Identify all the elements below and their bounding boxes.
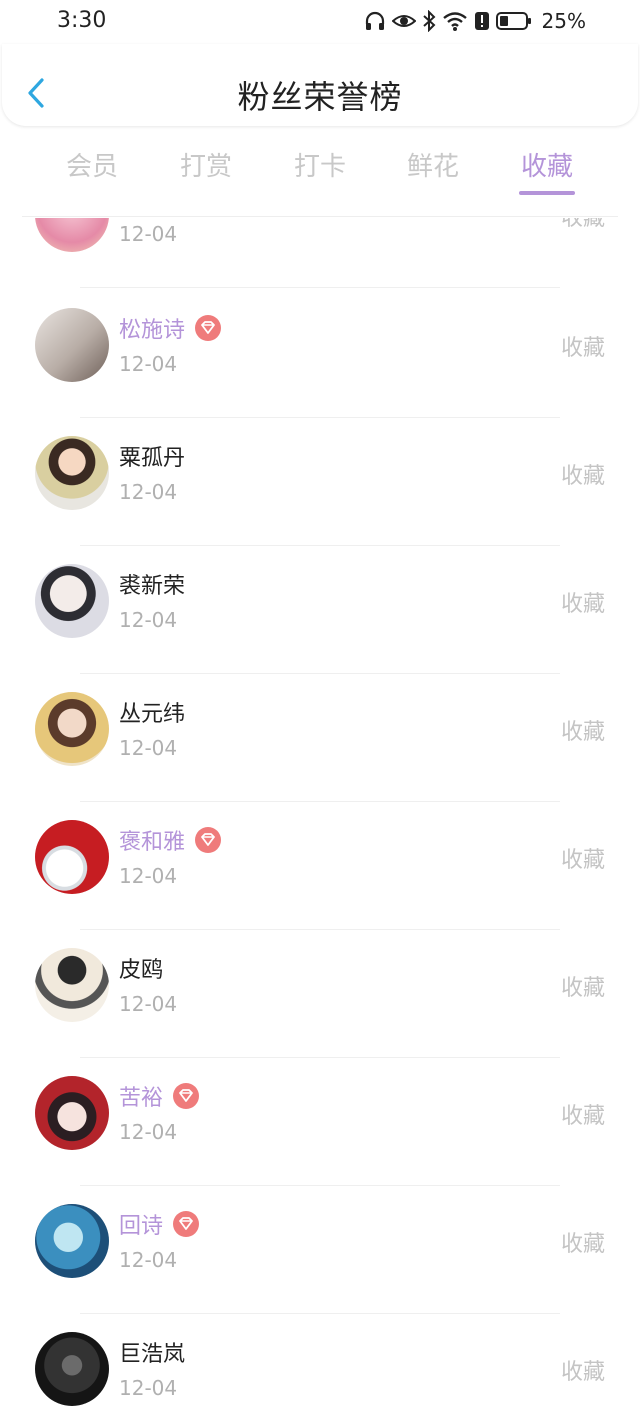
item-date: 12-04 [119, 608, 178, 632]
tab-reward[interactable]: 打赏 [149, 146, 263, 183]
diamond-badge-icon [195, 315, 222, 341]
avatar [35, 1332, 109, 1406]
eye-icon [391, 15, 416, 27]
list-item[interactable]: 丛元纬 12-04 收藏 [0, 674, 640, 802]
avatar [35, 308, 109, 382]
row-divider [80, 287, 560, 288]
item-name: 松施诗 [119, 312, 222, 344]
item-date: 12-04 [119, 480, 178, 504]
favorite-label: 收藏 [560, 592, 605, 617]
item-date: 12-04 [119, 1120, 178, 1144]
favorite-label: 收藏 [560, 720, 605, 745]
battery-icon [495, 12, 531, 30]
status-time: 3:30 [57, 8, 107, 33]
avatar [35, 692, 109, 766]
avatar [35, 948, 109, 1022]
page-title: 粉丝荣誉榜 [237, 78, 403, 116]
battery-percent: 25% [541, 9, 586, 33]
list-item[interactable]: 褒和雅 12-04 收藏 [0, 802, 640, 930]
avatar [35, 820, 109, 894]
tab-checkin[interactable]: 打卡 [263, 146, 377, 183]
tabs-divider [22, 216, 618, 217]
item-name: 皮鸥 [119, 958, 164, 983]
wifi-icon [442, 12, 467, 31]
diamond-badge-icon [173, 1211, 200, 1237]
fan-list: 12-04 收藏 松施诗 12-04 收藏 粟孤丹 12-04 收藏 裘新荣 1… [0, 218, 640, 1422]
tab-bar: 会员 打赏 打卡 鲜花 收藏 [0, 138, 640, 210]
item-date: 12-04 [119, 1248, 178, 1272]
favorite-label: 收藏 [560, 1232, 605, 1257]
tab-active-indicator [519, 191, 575, 195]
diamond-badge-icon [195, 827, 222, 853]
status-icons: 25% [364, 9, 586, 33]
avatar [35, 564, 109, 638]
item-date: 12-04 [119, 736, 178, 760]
favorite-label: 收藏 [560, 464, 605, 489]
list-item[interactable]: 12-04 收藏 [0, 218, 640, 288]
list-item[interactable]: 皮鸥 12-04 收藏 [0, 930, 640, 1058]
item-name: 褒和雅 [119, 824, 222, 856]
list-item[interactable]: 苦裕 12-04 收藏 [0, 1058, 640, 1186]
favorite-label: 收藏 [560, 976, 605, 1001]
item-date: 12-04 [119, 222, 178, 246]
item-date: 12-04 [119, 352, 178, 376]
avatar [35, 1076, 109, 1150]
headphones-icon [365, 11, 384, 30]
item-name: 粟孤丹 [119, 446, 186, 471]
list-item[interactable]: 巨浩岚 12-04 收藏 [0, 1314, 640, 1422]
item-name: 苦裕 [119, 1080, 200, 1112]
status-bar: 3:30 25% [0, 0, 640, 44]
bluetooth-icon [422, 10, 435, 32]
item-date: 12-04 [119, 864, 178, 888]
item-name: 回诗 [119, 1208, 200, 1240]
item-name: 裘新荣 [119, 574, 186, 599]
header-bar: 粉丝荣誉榜 [2, 44, 638, 126]
avatar [35, 218, 109, 252]
alert-icon [474, 12, 489, 30]
tab-member[interactable]: 会员 [35, 146, 149, 183]
item-name: 丛元纬 [119, 702, 186, 727]
diamond-badge-icon [173, 1083, 200, 1109]
avatar [35, 1204, 109, 1278]
list-item[interactable]: 裘新荣 12-04 收藏 [0, 546, 640, 674]
favorite-label: 收藏 [560, 848, 605, 873]
favorite-label: 收藏 [560, 1104, 605, 1129]
favorite-label: 收藏 [560, 218, 605, 231]
tab-flower[interactable]: 鲜花 [376, 146, 490, 183]
favorite-label: 收藏 [560, 1360, 605, 1385]
item-date: 12-04 [119, 1376, 178, 1400]
list-item[interactable]: 粟孤丹 12-04 收藏 [0, 418, 640, 546]
favorite-label: 收藏 [560, 336, 605, 361]
avatar [35, 436, 109, 510]
item-date: 12-04 [119, 992, 178, 1016]
tab-favorite[interactable]: 收藏 [490, 146, 604, 195]
list-item[interactable]: 回诗 12-04 收藏 [0, 1186, 640, 1314]
list-item[interactable]: 松施诗 12-04 收藏 [0, 290, 640, 418]
item-name: 巨浩岚 [119, 1342, 186, 1367]
